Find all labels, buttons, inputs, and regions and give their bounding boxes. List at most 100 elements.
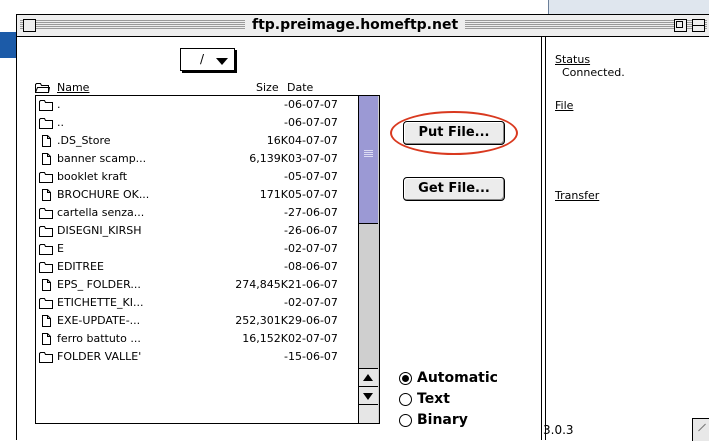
ftp-window: ftp.preimage.homeftp.net / Name Size Dat… [16, 14, 709, 441]
file-name: ETICHETTE_KI... [57, 296, 144, 309]
radio-dot-icon [399, 393, 412, 406]
file-date: 06-07-07 [288, 116, 338, 129]
scroll-thumb-grip [364, 150, 373, 158]
radio-dot-icon [399, 372, 412, 385]
document-icon [39, 135, 53, 147]
file-list-rows: . -06-07-07.. -06-07-07 .DS_Store 16K 04-07-0… [36, 96, 359, 366]
document-icon [39, 189, 53, 201]
file-date: 05-07-07 [288, 188, 338, 201]
name-column-header[interactable]: Name [57, 81, 89, 94]
background-window-fragment [548, 0, 709, 14]
file-name: E [57, 242, 64, 255]
panel-divider [541, 37, 546, 440]
radio-dot-icon [399, 414, 412, 427]
file-date: 15-06-07 [288, 350, 338, 363]
transfer-heading: Transfer [555, 189, 600, 202]
directory-path-popup[interactable]: / [180, 48, 235, 71]
version-label: 3.0.3 [543, 423, 574, 437]
file-row[interactable]: DISEGNI_KIRSH -26-06-07 [36, 222, 359, 240]
window-title: ftp.preimage.homeftp.net [245, 16, 466, 34]
folder-icon [39, 297, 53, 309]
resize-grow-icon[interactable] [692, 418, 709, 441]
close-box-icon[interactable] [23, 19, 36, 32]
document-icon [39, 333, 53, 345]
file-row[interactable]: .DS_Store 16K 04-07-07 [36, 132, 359, 150]
size-column-header[interactable]: Size [256, 81, 279, 94]
scroll-down-button[interactable] [359, 386, 378, 405]
radio-label: Automatic [417, 370, 498, 386]
scrollbar-corner [359, 404, 378, 423]
file-date: 03-07-07 [288, 152, 338, 165]
file-date: 29-06-07 [288, 314, 338, 327]
zoom-box-icon[interactable] [674, 19, 687, 32]
file-date: 02-07-07 [288, 332, 338, 345]
file-name: cartella senza... [57, 206, 145, 219]
file-name: EPS_ FOLDER... [57, 278, 141, 291]
file-name: EXE-UPDATE-... [57, 314, 141, 327]
file-name: .. [57, 116, 64, 129]
folder-icon [39, 171, 53, 183]
file-size: 16K [266, 134, 288, 147]
file-size: 16,152K [242, 332, 288, 345]
document-icon [39, 315, 53, 327]
file-name: DISEGNI_KIRSH [57, 224, 142, 237]
folder-icon [39, 351, 53, 363]
folder-icon [39, 117, 53, 129]
file-name: .DS_Store [57, 134, 111, 147]
file-date: 27-06-07 [288, 206, 338, 219]
file-date: 06-07-07 [288, 98, 338, 111]
file-row[interactable]: E -02-07-07 [36, 240, 359, 258]
radio-label: Binary [417, 412, 468, 428]
file-size: 171K [259, 188, 288, 201]
file-row[interactable]: booklet kraft -05-07-07 [36, 168, 359, 186]
file-row[interactable]: EPS_ FOLDER... 274,845K 21-06-07 [36, 276, 359, 294]
file-row[interactable]: EDITREE -08-06-07 [36, 258, 359, 276]
file-date: 02-07-07 [288, 296, 338, 309]
file-size: 274,845K [235, 278, 288, 291]
file-name: banner scamp... [57, 152, 147, 165]
file-row[interactable]: EXE-UPDATE-... 252,301K 29-06-07 [36, 312, 359, 330]
file-row[interactable]: .. -06-07-07 [36, 114, 359, 132]
file-size: 252,301K [235, 314, 288, 327]
file-row[interactable]: cartella senza... -27-06-07 [36, 204, 359, 222]
file-row[interactable]: banner scamp... 6,139K 03-07-07 [36, 150, 359, 168]
file-name: . [57, 98, 61, 111]
file-size: 6,139K [249, 152, 288, 165]
file-date: 26-06-07 [288, 224, 338, 237]
scroll-up-button[interactable] [359, 368, 378, 387]
vertical-scrollbar[interactable] [358, 96, 379, 423]
file-row[interactable]: ferro battuto ... 16,152K 02-07-07 [36, 330, 359, 348]
desktop-window-fragment [0, 32, 16, 58]
file-row[interactable]: BROCHURE OK... 171K 05-07-07 [36, 186, 359, 204]
file-date: 21-06-07 [288, 278, 338, 291]
file-name: FOLDER VALLE' [57, 350, 142, 363]
highlight-circle [390, 111, 518, 155]
file-name: BROCHURE OK... [57, 188, 150, 201]
file-name: booklet kraft [57, 170, 128, 183]
get-file-button[interactable]: Get File... [403, 177, 505, 201]
file-row[interactable]: ETICHETTE_KI... -02-07-07 [36, 294, 359, 312]
directory-path-value: / [200, 52, 205, 66]
folder-icon [39, 225, 53, 237]
scroll-up-arrow-icon [363, 374, 373, 381]
file-name: ferro battuto ... [57, 332, 141, 345]
file-row[interactable]: . -06-07-07 [36, 96, 359, 114]
file-list-header: Name Size Date [35, 81, 365, 95]
folder-icon [39, 99, 53, 111]
folder-icon [39, 243, 53, 255]
file-date: 05-07-07 [288, 170, 338, 183]
date-column-header[interactable]: Date [287, 81, 313, 94]
title-bar[interactable]: ftp.preimage.homeftp.net [17, 15, 709, 37]
file-date: 02-07-07 [288, 242, 338, 255]
file-date: 04-07-07 [288, 134, 338, 147]
document-icon [39, 279, 53, 291]
status-heading: Status [555, 53, 591, 66]
remote-file-list[interactable]: . -06-07-07.. -06-07-07 .DS_Store 16K 04-07-0… [35, 95, 380, 424]
desktop-background [0, 0, 16, 439]
scroll-thumb[interactable] [359, 96, 378, 224]
file-row[interactable]: FOLDER VALLE' -15-06-07 [36, 348, 359, 366]
folder-icon [39, 207, 53, 219]
open-folder-icon [35, 83, 50, 93]
collapse-box-icon[interactable] [692, 19, 705, 32]
file-date: 08-06-07 [288, 260, 338, 273]
